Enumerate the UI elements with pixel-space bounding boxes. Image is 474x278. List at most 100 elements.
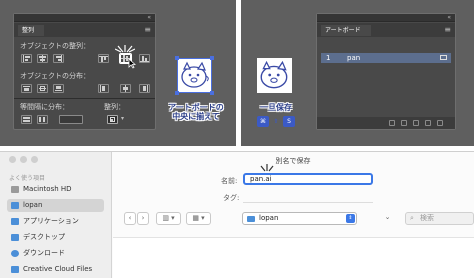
- align-to-artboard-button[interactable]: [107, 115, 118, 124]
- sidebar-section-title: よく使う項目: [9, 175, 46, 182]
- chevron-updown-icon: ⇕: [346, 214, 355, 223]
- highlight-burst-icon: [115, 45, 135, 53]
- spacing-value-field[interactable]: [59, 115, 83, 124]
- tags-field[interactable]: [243, 192, 373, 203]
- chevron-down-button[interactable]: ⌄: [381, 212, 394, 225]
- new-artboard-icon[interactable]: [425, 120, 431, 126]
- zoom-window-button[interactable]: [31, 156, 38, 163]
- align-left-button[interactable]: [21, 54, 32, 63]
- artboard-corner-handle: [210, 56, 214, 60]
- distribute-left-button[interactable]: [98, 84, 109, 93]
- pig-character-icon: [260, 60, 288, 89]
- center-on-artboard-line-2: 中央に揃えて: [172, 112, 220, 121]
- mouse-cursor-icon: [128, 58, 136, 69]
- file-browser-area: [113, 237, 474, 278]
- align-bottom-button[interactable]: [139, 54, 150, 63]
- sidebar-item-lopan[interactable]: lopan: [7, 199, 104, 212]
- panel-menu-icon[interactable]: ≡: [444, 26, 451, 34]
- search-field[interactable]: ⌕ 検索: [405, 212, 474, 225]
- artboard-number: 1: [326, 54, 331, 62]
- highlight-burst-icon: [260, 164, 274, 172]
- distribute-spacing-vertical-button[interactable]: [21, 115, 32, 124]
- distribute-objects-label: オブジェクトの分布：: [20, 72, 90, 80]
- distribute-horizontal-center-button[interactable]: [120, 84, 131, 93]
- download-icon: [11, 250, 19, 257]
- forward-button[interactable]: ›: [137, 212, 149, 225]
- align-to-label: 整列：: [104, 103, 125, 111]
- align-to-dropdown-icon[interactable]: ▾: [121, 115, 124, 122]
- artboards-panel: « ≡ アートボード 1 pan: [316, 13, 456, 130]
- command-key: ⌘: [257, 116, 269, 127]
- sidebar-item-creative-cloud-files[interactable]: Creative Cloud Files: [7, 263, 104, 276]
- back-button[interactable]: ‹: [124, 212, 136, 225]
- distribute-vertical-center-button[interactable]: [37, 84, 48, 93]
- rearrange-icon[interactable]: [389, 120, 395, 126]
- folder-icon: [247, 216, 255, 222]
- distribute-spacing-horizontal-button[interactable]: [37, 115, 48, 124]
- saved-artboard-preview: [257, 58, 292, 93]
- collapse-icon[interactable]: «: [447, 14, 451, 21]
- tab-align[interactable]: 整列: [18, 25, 44, 36]
- distribute-spacing-label: 等間隔に分布：: [20, 103, 69, 111]
- s-key: S: [283, 116, 295, 127]
- applications-icon: [11, 218, 19, 225]
- shift-key: ⇧: [273, 118, 279, 125]
- location-folder-name: lopan: [259, 214, 279, 222]
- disk-icon: [11, 186, 19, 193]
- sidebar-item-downloads[interactable]: ダウンロード: [7, 247, 104, 260]
- distribute-right-button[interactable]: [139, 84, 150, 93]
- sidebar-item-label: Creative Cloud Files: [23, 265, 93, 273]
- sidebar-item-desktop[interactable]: デスクトップ: [7, 231, 104, 244]
- minimize-window-button[interactable]: [20, 156, 27, 163]
- collapse-icon[interactable]: «: [147, 14, 151, 21]
- panel-divider: [14, 98, 155, 99]
- pig-character-icon: [181, 61, 209, 88]
- distribute-bottom-button[interactable]: [53, 84, 64, 93]
- align-horizontal-center-button[interactable]: [37, 54, 48, 63]
- panel-menu-icon[interactable]: ≡: [144, 26, 151, 34]
- panel-footer: [317, 117, 455, 129]
- panel-titlebar[interactable]: «: [14, 14, 155, 22]
- align-top-button[interactable]: [98, 54, 109, 63]
- sidebar-item-label: アプリケーション: [23, 217, 79, 225]
- move-up-icon[interactable]: [401, 120, 407, 126]
- artboard-options-icon[interactable]: [440, 55, 447, 60]
- center-on-artboard-note: アートボードの 中央に揃えて: [165, 103, 227, 121]
- artboard-preview: [177, 58, 212, 93]
- dialog-title: 別名で保存: [275, 157, 311, 165]
- artboard-row[interactable]: 1 pan: [321, 53, 451, 63]
- sidebar-item-label: デスクトップ: [23, 233, 65, 241]
- close-window-button[interactable]: [9, 156, 16, 163]
- artboard-name: pan: [347, 54, 361, 62]
- tags-label: タグ:: [223, 194, 240, 202]
- trash-icon[interactable]: [437, 120, 443, 126]
- sidebar-item-label: ダウンロード: [23, 249, 65, 257]
- desktop-icon: [11, 234, 19, 241]
- center-on-artboard-line-1: アートボードの: [168, 103, 224, 112]
- align-panel: « ≡ 整列 オブジェクトの整列： オブジェクトの分布： 等間隔に分布： 整列：…: [13, 13, 156, 130]
- save-once-note: 一旦保存: [260, 103, 292, 112]
- name-label: 名前:: [221, 177, 238, 185]
- distribute-top-button[interactable]: [21, 84, 32, 93]
- group-button[interactable]: ▦ ▾: [186, 212, 211, 225]
- save-dialog: よく使う項目 Macintosh HD lopan アプリケーション デスクトッ…: [0, 151, 474, 278]
- artboard-corner-handle: [210, 91, 214, 95]
- sidebar-item-macintosh-hd[interactable]: Macintosh HD: [7, 183, 104, 196]
- sidebar-item-label: Macintosh HD: [23, 185, 72, 193]
- sidebar-item-applications[interactable]: アプリケーション: [7, 215, 104, 228]
- view-mode-button[interactable]: ▥ ▾: [156, 212, 181, 225]
- move-down-icon[interactable]: [413, 120, 419, 126]
- finder-sidebar: よく使う項目 Macintosh HD lopan アプリケーション デスクトッ…: [0, 152, 112, 278]
- search-placeholder: 検索: [420, 214, 434, 222]
- location-popup[interactable]: lopan ⇕: [242, 212, 357, 225]
- artboard-corner-handle: [175, 56, 179, 60]
- sidebar-item-label: lopan: [23, 201, 43, 209]
- backdrop-divider-vertical: [236, 0, 241, 151]
- folder-icon: [11, 202, 19, 209]
- panel-titlebar[interactable]: «: [317, 14, 455, 22]
- search-icon: ⌕: [410, 214, 414, 222]
- tab-artboards[interactable]: アートボード: [321, 25, 371, 36]
- align-right-button[interactable]: [53, 54, 64, 63]
- artboard-corner-handle: [175, 91, 179, 95]
- filename-field[interactable]: pan.ai: [243, 173, 373, 185]
